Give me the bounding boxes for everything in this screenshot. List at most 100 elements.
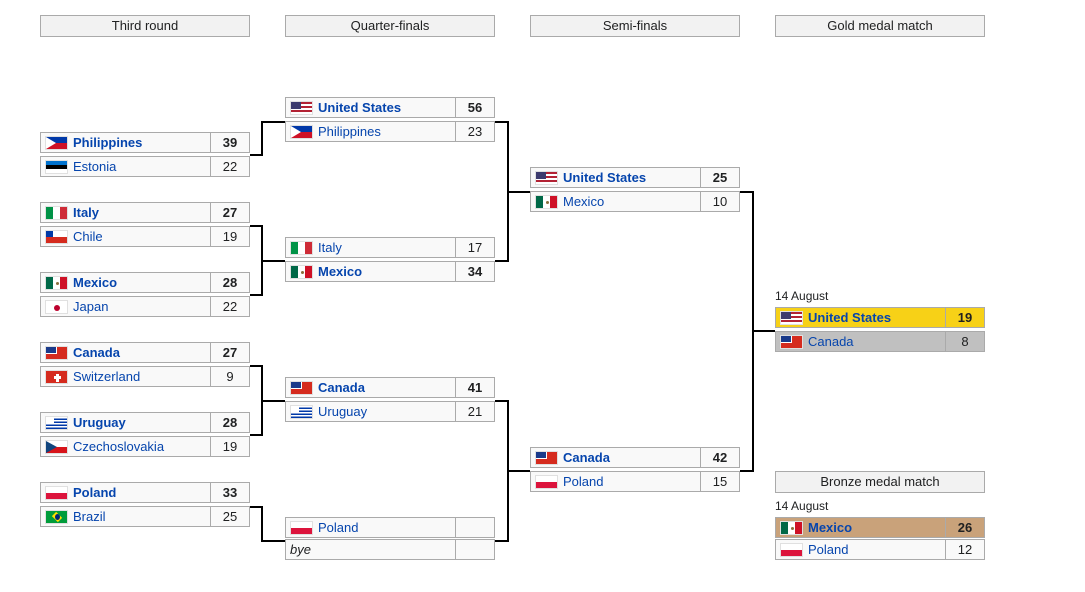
score-cell: 19 [222,229,238,244]
chile-flag-icon [45,229,68,244]
team-name-link[interactable]: Uruguay [73,415,126,430]
score-cell: 22 [222,159,238,174]
bracket-row: Italy 17 [285,237,495,258]
connector-r3-1 [250,121,285,156]
team-cell: Italy [41,203,211,222]
japan-flag-icon [45,299,68,314]
team-name-link[interactable]: Mexico [808,520,852,535]
bracket-row: Poland 12 [775,539,985,560]
bracket-row: Poland 33 [40,482,250,503]
team-name-link[interactable]: Poland [73,485,116,500]
mexico-flag-icon [290,264,313,279]
team-name-link[interactable]: United States [563,170,646,185]
score-cell: 19 [222,439,238,454]
team-cell: Philippines [286,122,456,141]
estonia-flag-icon [45,159,68,174]
bracket-row: Canada 27 [40,342,250,363]
team-name-link[interactable]: Chile [73,229,103,244]
team-cell: United States [776,308,946,327]
team-name-link[interactable]: Mexico [563,194,604,209]
bracket-row: Switzerland 9 [40,366,250,387]
team-cell: Mexico [41,273,211,292]
team-cell: Italy [286,238,456,257]
team-name-link[interactable]: Uruguay [318,404,367,419]
team-name-link[interactable]: Canada [563,450,610,465]
team-cell: bye [286,540,456,559]
team-name-link[interactable]: Philippines [73,135,142,150]
canada-flag-icon [290,380,313,395]
team-name-link[interactable]: Canada [808,334,854,349]
team-cell: Switzerland [41,367,211,386]
italy-flag-icon [45,205,68,220]
team-cell: United States [531,168,701,187]
mexico-flag-icon [780,520,803,535]
team-cell: Estonia [41,157,211,176]
bracket-row: Czechoslovakia 19 [40,436,250,457]
team-cell: Uruguay [41,413,211,432]
score-cell: 12 [957,542,973,557]
team-name-link[interactable]: Poland [563,474,603,489]
canada-flag-icon [45,345,68,360]
team-name-link[interactable]: Poland [808,542,848,557]
team-name-link[interactable]: Canada [318,380,365,395]
bracket-row: bye [285,539,495,560]
bracket-row: Canada 8 [775,331,985,352]
team-name-link[interactable]: Italy [318,240,342,255]
score-cell: 22 [222,299,238,314]
connector-r3-3 [250,365,285,436]
team-cell: Uruguay [286,402,456,421]
connector-r3-2 [250,225,285,296]
connector-r3-4 [250,506,285,542]
score-cell [456,540,494,559]
score-cell: 33 [222,485,238,500]
bracket-row: United States 19 [775,307,985,328]
bracket-row: Canada 41 [285,377,495,398]
bracket-row: United States 25 [530,167,740,188]
team-name-link[interactable]: Brazil [73,509,106,524]
team-name-link[interactable]: Italy [73,205,99,220]
score-cell: 39 [222,135,238,150]
team-name-link[interactable]: Mexico [318,264,362,279]
brazil-flag-icon [45,509,68,524]
bracket-row: Mexico 26 [775,517,985,538]
team-name-link[interactable]: Japan [73,299,108,314]
score-cell: 34 [467,264,483,279]
score-cell: 19 [946,308,984,327]
score-cell: 27 [222,205,238,220]
team-cell: Poland [286,518,456,537]
team-cell: Canada [776,332,946,351]
poland-flag-icon [780,542,803,557]
team-name-link[interactable]: Switzerland [73,369,140,384]
team-name-link[interactable]: Czechoslovakia [73,439,164,454]
score-cell: 25 [712,170,728,185]
bracket-row: United States 56 [285,97,495,118]
canada-flag-icon [535,450,558,465]
philippines-flag-icon [45,135,68,150]
bracket-row: Estonia 22 [40,156,250,177]
team-name-link[interactable]: Mexico [73,275,117,290]
bracket-row: Poland [285,517,495,538]
team-name-link[interactable]: Poland [318,520,358,535]
team-cell: United States [286,98,456,117]
team-name-link[interactable]: Philippines [318,124,381,139]
poland-flag-icon [290,520,313,535]
canada-flag-icon [780,334,803,349]
score-cell: 26 [946,518,984,537]
team-name-link[interactable]: Canada [73,345,120,360]
team-cell: Japan [41,297,211,316]
score-cell: 8 [946,332,984,351]
score-cell: 28 [222,415,238,430]
uruguay-flag-icon [45,415,68,430]
team-name-link[interactable]: United States [318,100,401,115]
team-cell: Poland [776,540,946,559]
team-cell: Mexico [776,518,946,537]
bracket-row: Mexico 28 [40,272,250,293]
mexico-flag-icon [535,194,558,209]
czechoslovakia-flag-icon [45,439,68,454]
team-name-link[interactable]: Estonia [73,159,116,174]
bracket-row: Philippines 39 [40,132,250,153]
united-states-flag-icon [290,100,313,115]
score-cell: 42 [712,450,728,465]
score-cell: 17 [467,240,483,255]
team-name-link[interactable]: United States [808,310,891,325]
